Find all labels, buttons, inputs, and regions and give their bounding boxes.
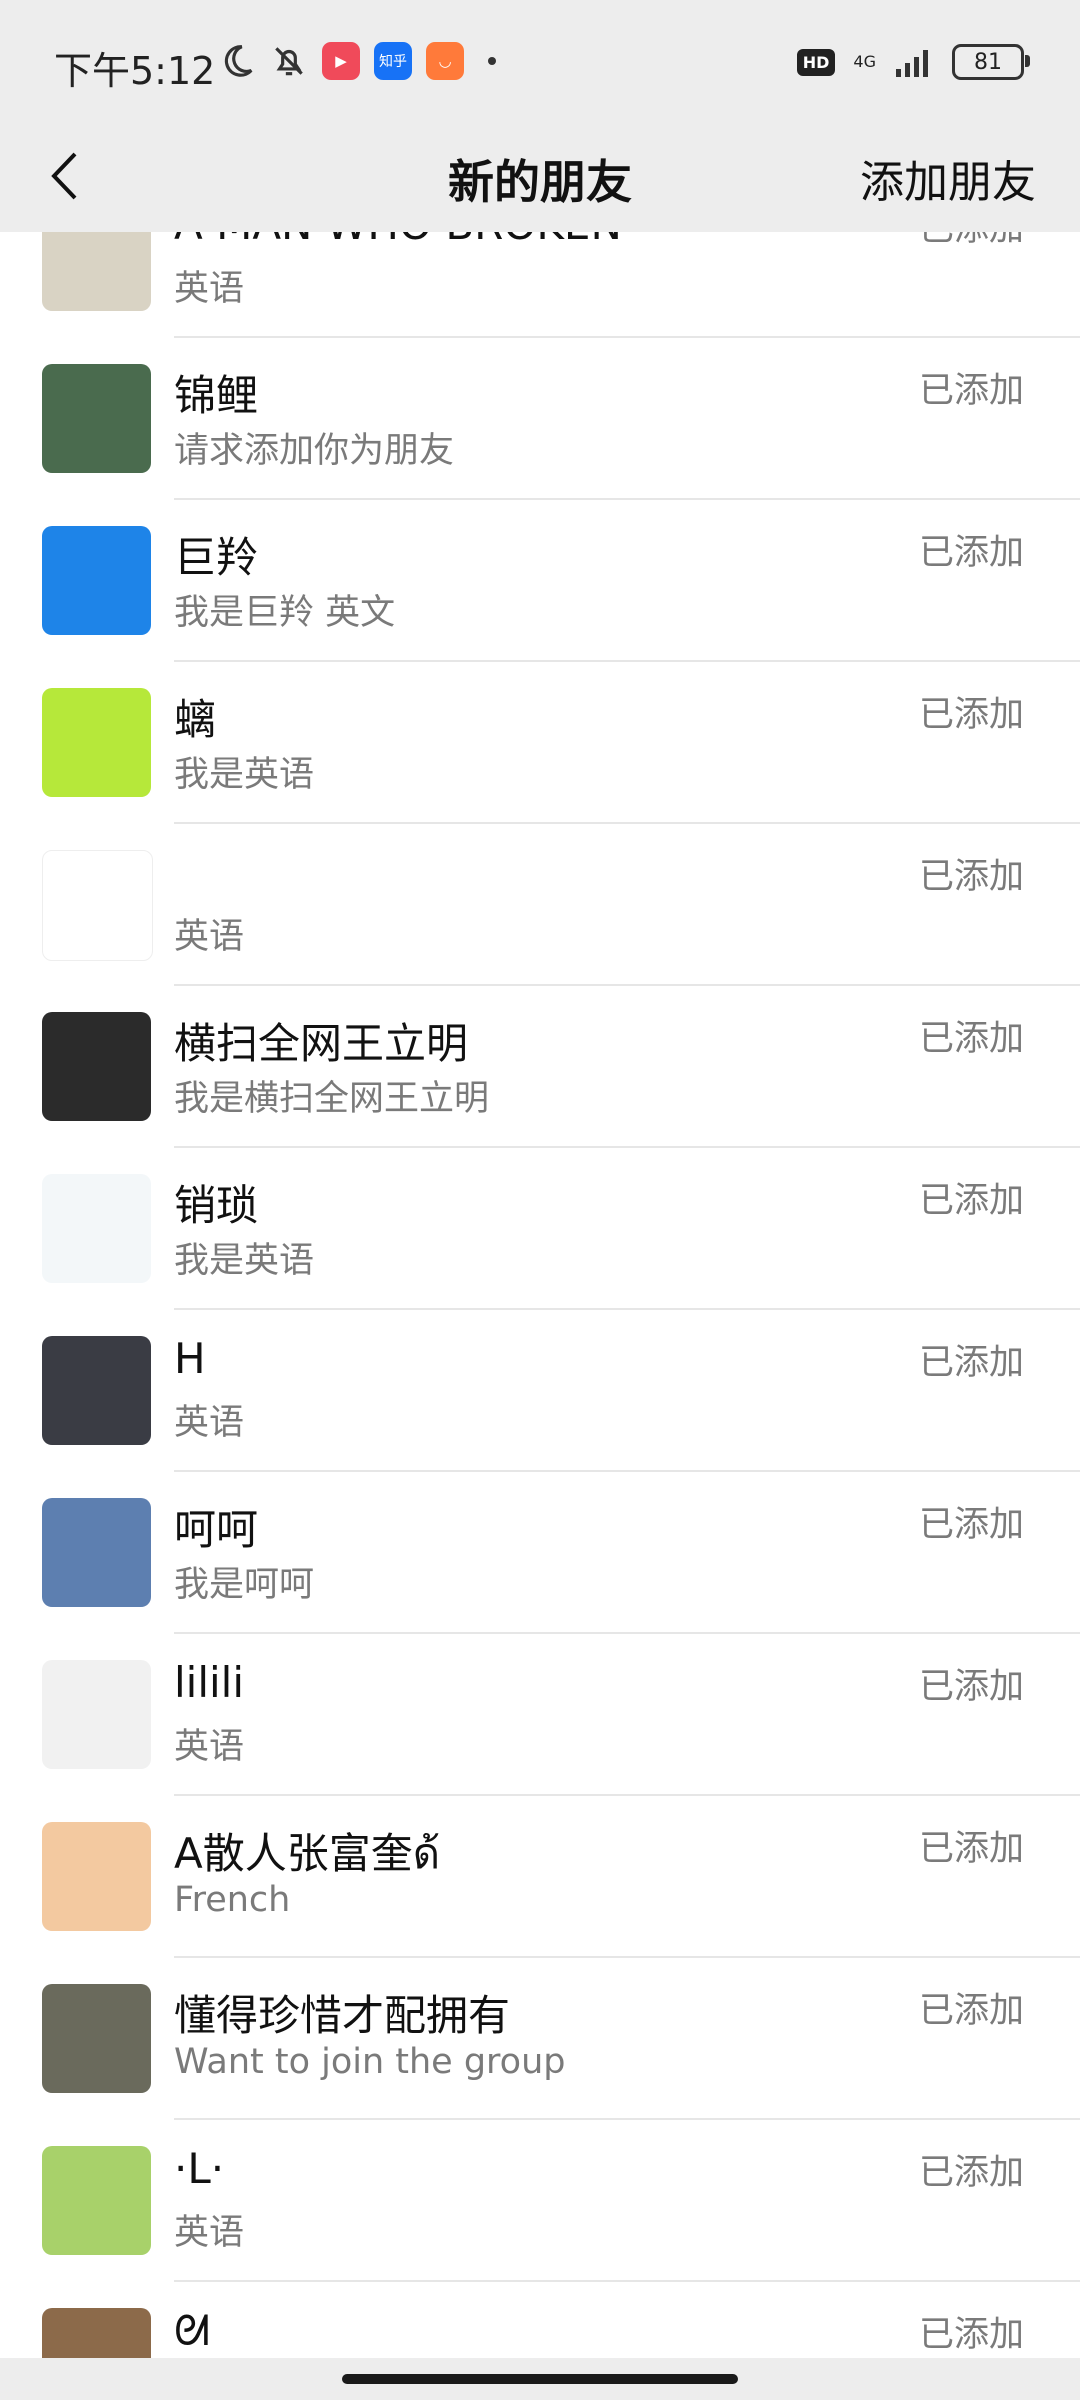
network-label: 4G <box>853 52 876 71</box>
added-status: 已添加 <box>918 857 1024 897</box>
list-item[interactable]: 横扫全网王立明我是横扫全网王立明 已添加 <box>0 986 1080 1148</box>
add-friend-button[interactable]: 添加朋友 <box>860 146 1036 210</box>
moon-icon <box>224 45 253 77</box>
friend-request-list[interactable]: A MAN WHO BROKEN英语已添加锦鲤请求添加你为朋友已添加巨羚我是巨羚… <box>0 232 1080 2358</box>
friend-name: A散人张富奎ด้ <box>174 1829 441 1878</box>
friend-name: 懂得珍惜才配拥有 <box>174 1991 511 2040</box>
list-item[interactable]: 销琐我是英语 已添加 <box>0 1148 1080 1310</box>
added-status: 已添加 <box>918 1829 1024 1869</box>
list-item[interactable]: 呵呵我是呵呵 已添加 <box>0 1472 1080 1634</box>
avatar[interactable] <box>42 1012 151 1121</box>
list-item[interactable]: 懂得珍惜才配拥有 Want to join the group 已添加 <box>0 1958 1080 2120</box>
friend-name: 巨羚 <box>174 533 259 582</box>
avatar[interactable] <box>42 364 151 473</box>
request-message: 我是英语 <box>174 1241 315 1281</box>
request-message: 英语 <box>174 1403 245 1443</box>
avatar[interactable] <box>42 526 151 635</box>
added-status: 已添加 <box>918 2153 1024 2193</box>
home-indicator[interactable] <box>342 2374 738 2384</box>
avatar[interactable] <box>42 850 153 961</box>
list-item[interactable]: H 英语 已添加 <box>0 1310 1080 1472</box>
request-message: Want to join the group <box>174 2042 566 2082</box>
gesture-bar <box>0 2358 1080 2400</box>
avatar[interactable] <box>42 1498 151 1607</box>
list-item[interactable]: 英语 已添加 <box>0 824 1080 986</box>
bell-off-icon <box>275 47 303 76</box>
added-status: 已添加 <box>918 1181 1024 1221</box>
avatar[interactable] <box>42 232 151 311</box>
request-message: 英语 <box>174 917 245 957</box>
avatar[interactable] <box>42 2146 151 2255</box>
avatar[interactable] <box>42 1822 151 1931</box>
video-app-icon: ▶ <box>322 42 360 80</box>
request-message: 英语 <box>174 2213 245 2253</box>
avatar[interactable] <box>42 2308 151 2358</box>
nav-header: 新的朋友 添加朋友 <box>0 120 1080 232</box>
request-message: French <box>174 1880 291 1920</box>
friend-name: lilili <box>174 1658 245 1707</box>
avatar[interactable] <box>42 1336 151 1445</box>
friend-name: 锦鲤 <box>174 371 259 420</box>
list-item[interactable]: 锦鲤请求添加你为朋友 已添加 <box>0 338 1080 500</box>
added-status: 已添加 <box>918 695 1024 735</box>
added-status: 已添加 <box>918 1667 1024 1707</box>
request-message: 我是呵呵 <box>174 1565 315 1605</box>
friend-name: 销琐 <box>174 1181 259 1230</box>
request-message: 请求添加你为朋友 <box>174 431 455 471</box>
request-message: 我是巨羚 英文 <box>174 593 396 633</box>
added-status: 已添加 <box>919 232 1024 251</box>
added-status: 已添加 <box>918 371 1024 411</box>
battery-indicator: 81 <box>952 44 1030 80</box>
list-item[interactable]: ᘛ 已添加 <box>0 2282 1080 2358</box>
status-right: HD 4G 81 <box>796 44 1030 80</box>
list-item[interactable]: A散人张富奎ด้ French 已添加 <box>0 1796 1080 1958</box>
friend-name: 呵呵 <box>174 1505 259 1554</box>
friend-name: 螭 <box>174 695 217 744</box>
added-status: 已添加 <box>918 1991 1024 2031</box>
list-item[interactable]: 螭我是英语 已添加 <box>0 662 1080 824</box>
added-status: 已添加 <box>918 1505 1024 1545</box>
friend-name: 横扫全网王立明 <box>174 1019 469 1068</box>
friend-name: ·L· <box>174 2144 225 2193</box>
zhihu-app-icon: 知乎 <box>374 42 412 80</box>
list-item[interactable]: lilili 英语 已添加 <box>0 1634 1080 1796</box>
list-item[interactable]: A MAN WHO BROKEN 英语 已添加 <box>0 232 1080 338</box>
status-bar: 下午5:12 ▶ 知乎 ◡ HD 4G 81 <box>0 0 1080 120</box>
avatar[interactable] <box>42 1174 151 1283</box>
avatar[interactable] <box>42 1660 151 1769</box>
request-message: 我是横扫全网王立明 <box>174 1079 490 1119</box>
request-message: 英语 <box>174 269 245 309</box>
avatar[interactable] <box>42 1984 151 2093</box>
avatar[interactable] <box>42 688 151 797</box>
notification-icons: ▶ 知乎 ◡ <box>218 42 496 80</box>
signal-icon <box>896 50 928 77</box>
friend-name: ᘛ <box>174 2306 210 2355</box>
list-item[interactable]: 巨羚我是巨羚 英文 已添加 <box>0 500 1080 662</box>
friend-name: A MAN WHO BROKEN <box>174 232 622 249</box>
request-message: 我是英语 <box>174 755 315 795</box>
more-notifications-dot <box>488 57 496 65</box>
hd-badge: HD <box>796 48 836 76</box>
status-time: 下午5:12 <box>54 49 216 93</box>
added-status: 已添加 <box>918 533 1024 573</box>
shop-app-icon: ◡ <box>426 42 464 80</box>
request-message: 英语 <box>174 1727 245 1767</box>
added-status: 已添加 <box>918 1343 1024 1383</box>
list-item[interactable]: ·L· 英语 已添加 <box>0 2120 1080 2282</box>
friend-name: H <box>174 1334 206 1383</box>
added-status: 已添加 <box>918 1019 1024 1059</box>
added-status: 已添加 <box>918 2315 1024 2355</box>
